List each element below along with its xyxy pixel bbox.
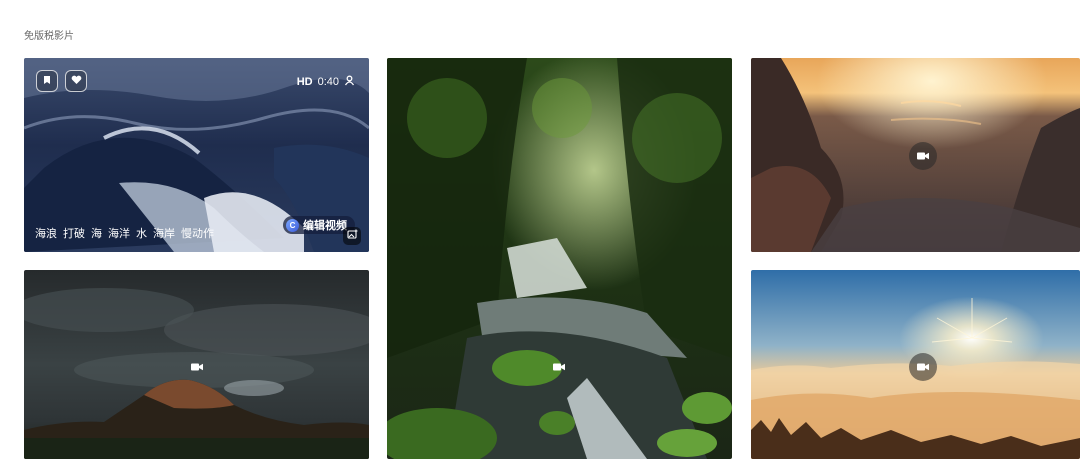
tag[interactable]: 海岸: [153, 225, 175, 241]
video-tile-rock-sunset-sea[interactable]: [751, 58, 1080, 252]
video-thumbnail-forest-waterfall: [387, 58, 732, 459]
video-camera-icon: [917, 147, 929, 165]
video-duration: 0:40: [317, 76, 339, 88]
video-meta: HD 0:40: [297, 75, 355, 89]
tag[interactable]: 海洋: [108, 225, 130, 241]
section-title: 免版税影片: [24, 31, 74, 42]
video-tile-forest-waterfall[interactable]: [387, 58, 732, 459]
video-indicator: [545, 353, 573, 381]
tag[interactable]: 海浪: [35, 225, 57, 241]
video-tile-sea-of-clouds-sunrise[interactable]: [751, 270, 1080, 459]
image-add-icon: [346, 227, 358, 245]
tag[interactable]: 慢动作: [181, 225, 214, 241]
video-tile-storm-mountain[interactable]: [24, 270, 369, 459]
video-camera-icon: [553, 358, 565, 376]
video-indicator: [183, 353, 211, 381]
video-indicator: [909, 142, 937, 170]
tag-list: 海浪 打破 海 海洋 水 海岸 慢动作: [35, 225, 214, 241]
tag[interactable]: 打破: [63, 225, 85, 241]
tag[interactable]: 水: [136, 225, 147, 241]
video-camera-icon: [191, 358, 203, 376]
video-tile-ocean-wave[interactable]: HD 0:40 海浪 打破 海 海洋 水 海岸 慢动作 C 编辑视频: [24, 58, 369, 252]
video-camera-icon: [917, 358, 929, 376]
heart-icon: [71, 72, 82, 90]
video-indicator: [909, 353, 937, 381]
like-button[interactable]: [65, 70, 87, 92]
bookmark-button[interactable]: [36, 70, 58, 92]
editor-logo-icon: C: [286, 218, 299, 232]
add-image-button[interactable]: [343, 227, 361, 245]
person-badge-icon: [344, 75, 355, 89]
bookmark-icon: [42, 72, 52, 90]
edit-video-label: 编辑视频: [303, 220, 347, 232]
tag[interactable]: 海: [91, 225, 102, 241]
quality-badge: HD: [296, 76, 313, 88]
